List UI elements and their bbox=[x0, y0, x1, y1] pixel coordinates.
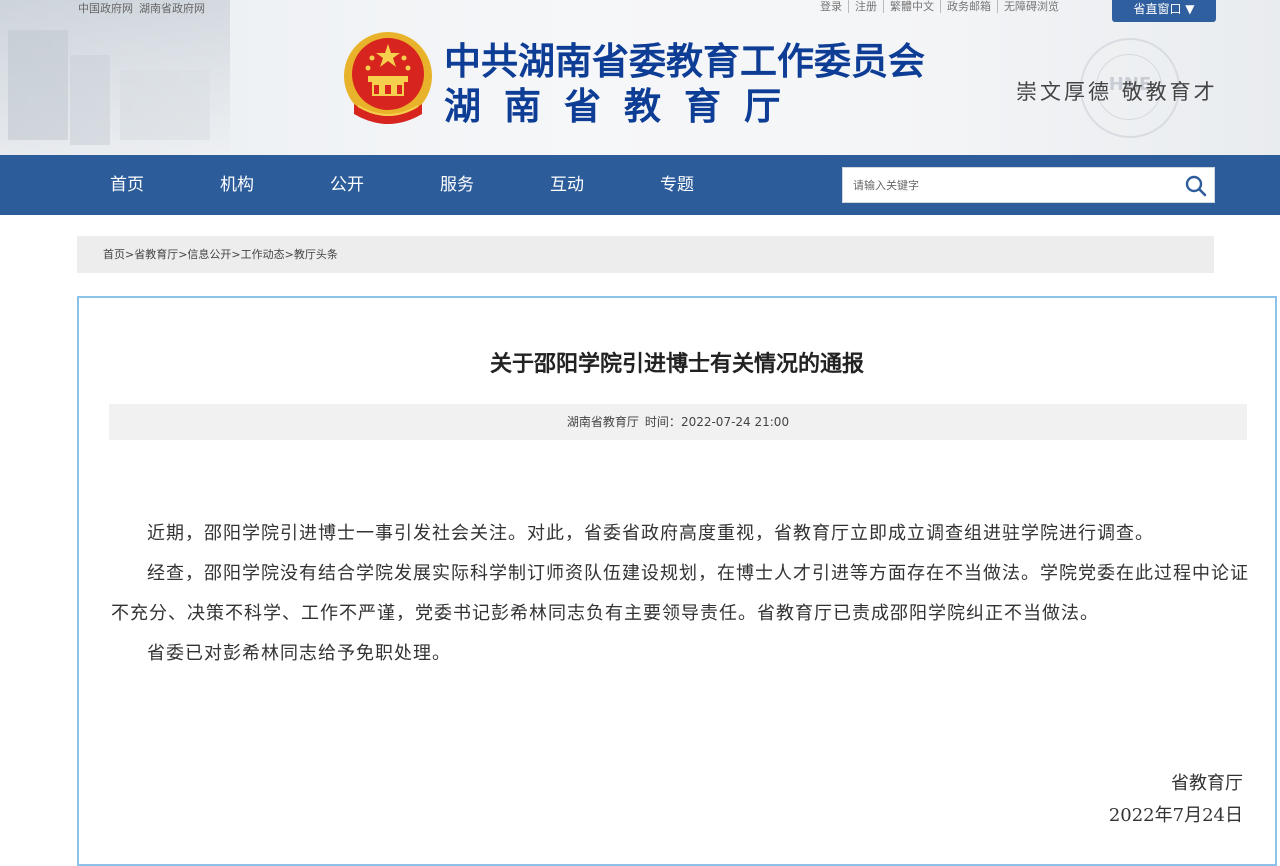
nav-interaction[interactable]: 互动 bbox=[550, 155, 584, 215]
national-emblem-icon bbox=[340, 30, 436, 130]
article-signature-block: 省教育厅 2022年7月24日 bbox=[1109, 768, 1243, 832]
gov-mail-link[interactable]: 政务邮箱 bbox=[941, 0, 998, 13]
login-link[interactable]: 登录 bbox=[814, 0, 849, 13]
article-date: 2022年7月24日 bbox=[1108, 805, 1243, 826]
article-time: 2022-07-24 21:00 bbox=[680, 415, 790, 429]
top-links: 中国政府网 湖南省政府网 bbox=[78, 0, 211, 16]
search-box bbox=[842, 167, 1215, 203]
article-paragraph: 经查，邵阳学院没有结合学院发展实际科学制订师资队伍建设规划，在博士人才引进等方面… bbox=[111, 563, 1249, 624]
motto-text: 崇文厚德 敬教育才 bbox=[1016, 80, 1218, 104]
article-meta: 湖南省教育厅 时间：2022-07-24 21:00 bbox=[109, 404, 1247, 440]
article-source: 湖南省教育厅 bbox=[566, 415, 639, 429]
link-hunan-gov[interactable]: 湖南省政府网 bbox=[139, 2, 205, 15]
site-title: 中共湖南省委教育工作委员会 湖南省教育厅 bbox=[444, 40, 925, 130]
breadcrumb[interactable]: 首页>省教育厅>信息公开>工作动态>教厅头条 bbox=[77, 236, 1214, 273]
nav-public-info[interactable]: 公开 bbox=[330, 155, 364, 215]
header-background-image bbox=[0, 0, 230, 155]
traditional-chinese-link[interactable]: 繁體中文 bbox=[884, 0, 941, 13]
article-panel: 关于邵阳学院引进博士有关情况的通报 湖南省教育厅 时间：2022-07-24 21… bbox=[77, 296, 1277, 866]
register-link[interactable]: 注册 bbox=[849, 0, 884, 13]
site-title-line2: 湖南省教育厅 bbox=[444, 85, 804, 128]
article-body: 近期，邵阳学院引进博士一事引发社会关注。对此，省委省政府高度重视，省教育厅立即成… bbox=[111, 514, 1249, 674]
nav-services[interactable]: 服务 bbox=[440, 155, 474, 215]
search-input[interactable] bbox=[843, 168, 1193, 202]
link-gov-cn[interactable]: 中国政府网 bbox=[78, 2, 133, 15]
article-signature: 省教育厅 bbox=[1171, 773, 1243, 794]
utility-bar: 登录 注册 繁體中文 政务邮箱 无障碍浏览 bbox=[814, 0, 1065, 13]
site-title-line1: 中共湖南省委教育工作委员会 bbox=[444, 40, 925, 83]
provincial-window-button[interactable]: 省直窗口 ▼ bbox=[1112, 0, 1216, 22]
search-icon[interactable] bbox=[1184, 174, 1208, 198]
nav-topics[interactable]: 专题 bbox=[660, 155, 694, 215]
nav-home[interactable]: 首页 bbox=[110, 155, 144, 215]
accessibility-link[interactable]: 无障碍浏览 bbox=[998, 0, 1065, 13]
article-paragraph: 近期，邵阳学院引进博士一事引发社会关注。对此，省委省政府高度重视，省教育厅立即成… bbox=[147, 523, 1154, 544]
article-title: 关于邵阳学院引进博士有关情况的通报 bbox=[489, 352, 864, 377]
nav-organization[interactable]: 机构 bbox=[220, 155, 254, 215]
article-time-label: 时间： bbox=[644, 415, 681, 429]
article-paragraph: 省委已对彭希林同志给予免职处理。 bbox=[147, 643, 451, 664]
